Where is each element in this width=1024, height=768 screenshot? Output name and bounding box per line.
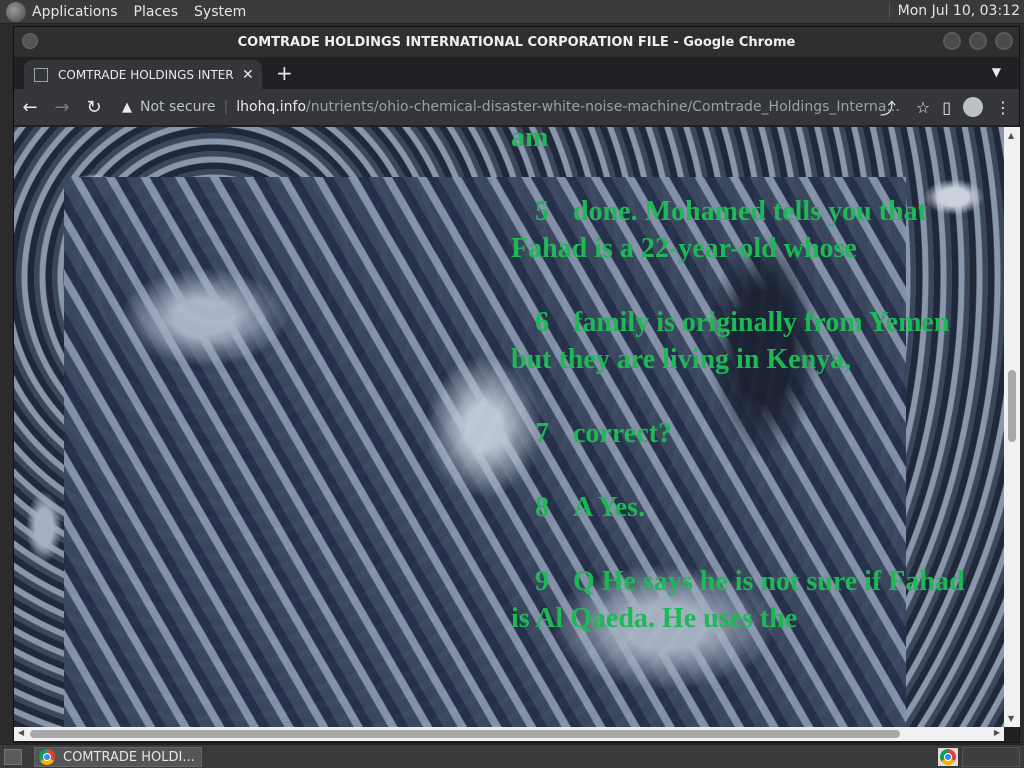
scroll-down-icon[interactable]: ▼ (1008, 714, 1014, 723)
vertical-scroll-thumb[interactable] (1008, 370, 1016, 442)
transcript-line: 7 correct? (511, 415, 971, 452)
line-text: A Yes. (573, 492, 646, 523)
tab-active[interactable]: COMTRADE HOLDINGS INTER ✕ (24, 60, 262, 89)
horizontal-scrollbar[interactable]: ◀ ▶ (14, 727, 1004, 741)
new-tab-button[interactable]: + (276, 61, 293, 85)
page-favicon-icon (34, 67, 48, 82)
line-number: 7 (535, 418, 549, 449)
transcript-line: 5 done. Mohamed tells you that Fahad is a… (511, 193, 971, 267)
window-title: COMTRADE HOLDINGS INTERNATIONAL CORPORAT… (237, 34, 796, 50)
clock[interactable]: Mon Jul 10, 03:12 (888, 3, 1020, 19)
bookmark-star-icon[interactable]: ☆ (916, 98, 930, 117)
system-logo-icon[interactable] (6, 1, 26, 22)
back-arrow-icon[interactable]: ← (14, 97, 46, 118)
top-panel: Applications Places System Mon Jul 10, 0… (0, 0, 1024, 24)
horizontal-scroll-thumb[interactable] (30, 730, 900, 738)
workspace-switcher[interactable] (962, 747, 1020, 767)
side-panel-icon[interactable]: ▯ (942, 98, 951, 117)
address-bar[interactable]: ▲ Not secure | lhohq.info /nutrients/ohi… (122, 94, 939, 120)
kebab-menu-icon[interactable]: ⋮ (995, 98, 1011, 117)
scroll-left-icon[interactable]: ◀ (18, 728, 24, 737)
profile-avatar-icon[interactable] (963, 97, 983, 117)
tab-close-icon[interactable]: ✕ (242, 67, 254, 83)
line-text: Q He says he is not sure if Fahad is Al … (511, 566, 965, 634)
toolbar-right: ⤴ ☆ ▯ ⋮ (880, 95, 1011, 119)
line-number: 9 (535, 566, 549, 597)
forward-arrow-icon[interactable]: → (46, 97, 78, 118)
transcript-text: am 5 done. Mohamed tells you that Fahad i… (511, 127, 971, 674)
chrome-icon (940, 749, 956, 765)
window-menu-icon[interactable] (22, 33, 38, 49)
transcript-line: 6 family is originally from Yemen but the… (511, 304, 971, 378)
line-text: done. Mohamed tells you that Fahad is a … (511, 196, 927, 264)
url-host[interactable]: lhohq.info (236, 99, 306, 115)
places-menu[interactable]: Places (134, 4, 179, 20)
share-icon[interactable]: ⤴ (880, 95, 896, 119)
address-separator: | (223, 99, 229, 115)
scroll-right-icon[interactable]: ▶ (994, 728, 1000, 737)
scroll-up-icon[interactable]: ▲ (1008, 131, 1014, 140)
reload-icon[interactable]: ↻ (78, 97, 110, 118)
close-window-button[interactable] (995, 32, 1013, 50)
text-fragment: am (511, 127, 549, 153)
url-path[interactable]: /nutrients/ohio-chemical-disaster-white-… (306, 99, 900, 115)
line-number: 5 (535, 196, 549, 227)
minimize-button[interactable] (943, 32, 961, 50)
vertical-scrollbar[interactable]: ▲ ▼ (1004, 127, 1020, 727)
tab-search-chevron-icon[interactable]: ▼ (992, 65, 1001, 79)
browser-toolbar: ← → ↻ ▲ Not secure | lhohq.info /nutrien… (14, 89, 1019, 125)
taskbar-chrome-window[interactable]: COMTRADE HOLDI... (34, 747, 202, 767)
window-controls (943, 32, 1013, 50)
line-text: family is originally from Yemen but they… (511, 307, 950, 375)
bottom-panel: COMTRADE HOLDI... (0, 744, 1024, 768)
window-titlebar[interactable]: COMTRADE HOLDINGS INTERNATIONAL CORPORAT… (14, 27, 1019, 57)
chrome-icon (39, 749, 55, 765)
tray-chrome-icon[interactable] (938, 748, 958, 766)
transcript-line: 8 A Yes. (511, 489, 971, 526)
not-secure-label[interactable]: Not secure (140, 99, 216, 115)
show-desktop-icon[interactable] (4, 749, 22, 765)
applications-menu[interactable]: Applications (32, 4, 118, 20)
line-number: 6 (535, 307, 549, 338)
line-text: correct? (573, 418, 672, 449)
line-number: 8 (535, 492, 549, 523)
transcript-line: 9Q He says he is not sure if Fahad is Al… (511, 563, 971, 637)
system-menu[interactable]: System (194, 4, 246, 20)
task-label: COMTRADE HOLDI... (63, 749, 195, 765)
page-content: am 5 done. Mohamed tells you that Fahad i… (14, 127, 1004, 730)
maximize-button[interactable] (969, 32, 987, 50)
tab-title: COMTRADE HOLDINGS INTER (58, 67, 234, 82)
tab-strip: COMTRADE HOLDINGS INTER ✕ + ▼ (14, 57, 1019, 89)
warning-triangle-icon[interactable]: ▲ (122, 100, 132, 115)
